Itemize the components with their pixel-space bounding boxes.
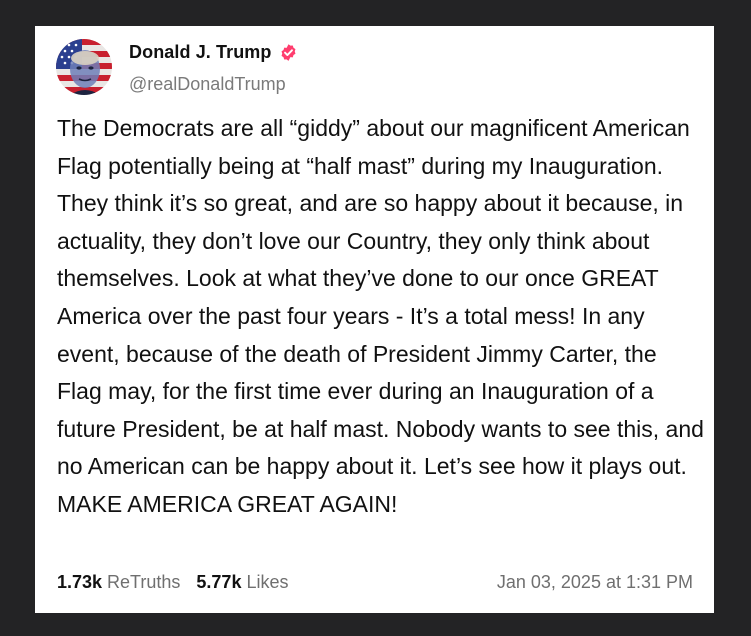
author-name-row: Donald J. Trump (129, 42, 298, 63)
retruths-count: 1.73k (57, 572, 103, 592)
likes-stat[interactable]: 5.77k Likes (196, 572, 288, 593)
retruths-label: ReTruths (107, 572, 181, 592)
avatar-image (56, 39, 112, 95)
post-timestamp[interactable]: Jan 03, 2025 at 1:31 PM (497, 572, 693, 593)
post-card: Donald J. Trump @realDonaldTrump The Dem… (35, 26, 714, 613)
likes-label: Likes (246, 572, 289, 592)
verified-badge-icon (279, 43, 298, 62)
likes-count: 5.77k (196, 572, 242, 592)
author-handle[interactable]: @realDonaldTrump (129, 74, 286, 95)
retruths-stat[interactable]: 1.73k ReTruths (57, 572, 180, 593)
author-display-name[interactable]: Donald J. Trump (129, 42, 272, 63)
post-body-text: The Democrats are all “giddy” about our … (57, 115, 704, 517)
author-avatar[interactable] (56, 39, 112, 95)
post-footer: 1.73k ReTruths 5.77k Likes Jan 03, 2025 … (57, 572, 693, 593)
